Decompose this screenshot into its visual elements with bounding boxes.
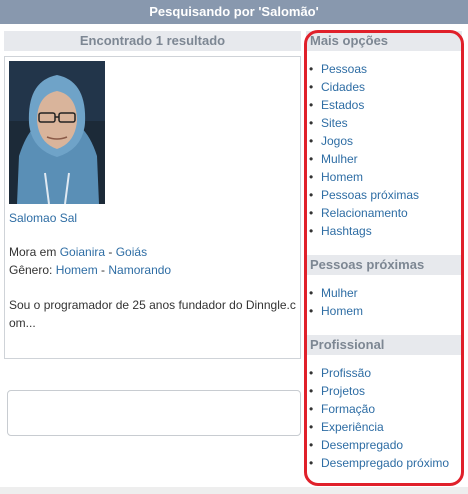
bullet-icon: •	[309, 170, 314, 184]
bullet-icon: •	[309, 456, 314, 470]
bullet-icon: •	[309, 152, 314, 166]
option-link-profissao[interactable]: Profissão	[321, 366, 371, 380]
city-link[interactable]: Goianira	[60, 245, 105, 259]
option-link-nearby-homem[interactable]: Homem	[321, 304, 363, 318]
relationship-link[interactable]: Namorando	[108, 263, 171, 277]
option-link-pessoas[interactable]: Pessoas	[321, 62, 367, 76]
bullet-icon: •	[309, 134, 314, 148]
option-link-relacionamento[interactable]: Relacionamento	[321, 206, 408, 220]
sidebar: Mais opções • Pessoas • Cidades • Estados •…	[306, 31, 462, 481]
bullet-icon: •	[309, 304, 314, 318]
option-item: • Mulher	[309, 150, 462, 168]
option-item: • Cidades	[309, 78, 462, 96]
bullet-icon: •	[309, 188, 314, 202]
option-item: • Desempregado próximo	[309, 454, 462, 472]
result-count-header: Encontrado 1 resultado	[4, 31, 301, 51]
bullet-icon: •	[309, 116, 314, 130]
bullet-icon: •	[309, 98, 314, 112]
state-link[interactable]: Goiás	[116, 245, 147, 259]
option-link-cidades[interactable]: Cidades	[321, 80, 365, 94]
gender-label: Gênero:	[9, 263, 56, 277]
bullet-icon: •	[309, 206, 314, 220]
bio-text: Sou o programador de 25 anos fundador do…	[9, 298, 296, 330]
location-line: Mora em Goianira - Goiás	[9, 243, 296, 261]
option-item: • Desempregado	[309, 436, 462, 454]
gender-line: Gênero: Homem - Namorando	[9, 261, 296, 279]
option-link-hashtags[interactable]: Hashtags	[321, 224, 372, 238]
option-item: • Homem	[309, 302, 462, 320]
section-professional: Profissional • Profissão • Projetos • Forma…	[306, 335, 462, 481]
bullet-icon: •	[309, 438, 314, 452]
results-panel: Encontrado 1 resultado Salomao Sal Mora …	[4, 31, 301, 359]
bullet-icon: •	[309, 62, 314, 76]
gender-link[interactable]: Homem	[56, 263, 98, 277]
person-name-link[interactable]: Salomao Sal	[9, 211, 296, 225]
option-link-formacao[interactable]: Formação	[321, 402, 375, 416]
option-item: • Experiência	[309, 418, 462, 436]
text-input-box[interactable]	[7, 390, 301, 436]
option-link-desempregado-proximo[interactable]: Desempregado próximo	[321, 456, 449, 470]
bullet-icon: •	[309, 286, 314, 300]
bullet-icon: •	[309, 384, 314, 398]
option-item: • Sites	[309, 114, 462, 132]
profile-photo	[9, 61, 105, 204]
separator: -	[97, 263, 109, 277]
option-link-experiencia[interactable]: Experiência	[321, 420, 384, 434]
option-link-mulher[interactable]: Mulher	[321, 152, 358, 166]
option-item: • Projetos	[309, 382, 462, 400]
bullet-icon: •	[309, 420, 314, 434]
page-title: Pesquisando por 'Salomão'	[0, 0, 468, 24]
option-link-homem[interactable]: Homem	[321, 170, 363, 184]
bullet-icon: •	[309, 366, 314, 380]
option-item: • Profissão	[309, 364, 462, 382]
option-link-nearby-mulher[interactable]: Mulher	[321, 286, 358, 300]
option-link-jogos[interactable]: Jogos	[321, 134, 353, 148]
option-item: • Mulher	[309, 284, 462, 302]
section-title: Mais opções	[306, 31, 462, 51]
bullet-icon: •	[309, 402, 314, 416]
option-item: • Hashtags	[309, 222, 462, 240]
option-link-pessoas-proximas[interactable]: Pessoas próximas	[321, 188, 419, 202]
option-link-projetos[interactable]: Projetos	[321, 384, 365, 398]
bullet-icon: •	[309, 80, 314, 94]
bullet-icon: •	[309, 224, 314, 238]
separator: -	[105, 245, 116, 259]
avatar[interactable]	[9, 61, 105, 204]
option-item: • Jogos	[309, 132, 462, 150]
option-item: • Pessoas	[309, 60, 462, 78]
section-title: Profissional	[306, 335, 462, 355]
result-card: Salomao Sal Mora em Goianira - Goiás Gên…	[4, 56, 301, 359]
option-item: • Formação	[309, 400, 462, 418]
option-item: • Estados	[309, 96, 462, 114]
lives-label: Mora em	[9, 245, 60, 259]
option-link-sites[interactable]: Sites	[321, 116, 348, 130]
option-link-estados[interactable]: Estados	[321, 98, 364, 112]
option-item: • Pessoas próximas	[309, 186, 462, 204]
section-nearby-people: Pessoas próximas • Mulher • Homem	[306, 255, 462, 329]
option-item: • Relacionamento	[309, 204, 462, 222]
bottom-strip	[0, 487, 468, 494]
option-link-desempregado[interactable]: Desempregado	[321, 438, 403, 452]
section-more-options: Mais opções • Pessoas • Cidades • Estados •…	[306, 31, 462, 249]
section-title: Pessoas próximas	[306, 255, 462, 275]
option-item: • Homem	[309, 168, 462, 186]
